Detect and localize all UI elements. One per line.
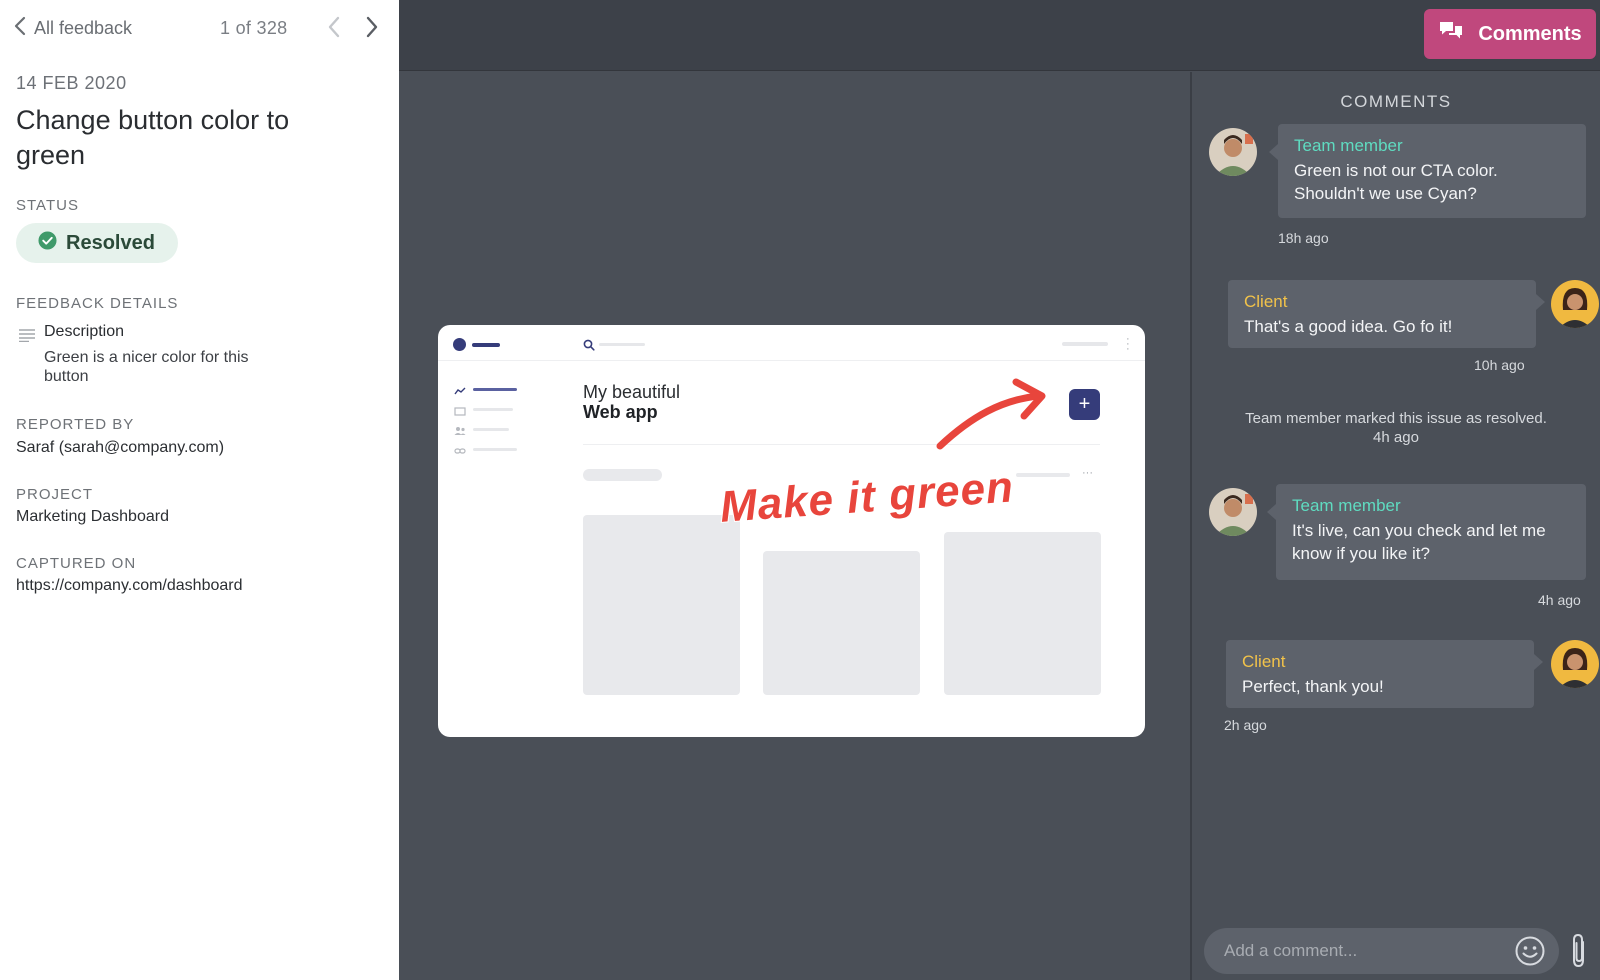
previous-feedback-button[interactable] [327, 16, 341, 38]
link-icon [454, 443, 466, 461]
client-avatar [1551, 280, 1599, 328]
feedback-nav: All feedback 1 of 328 [14, 16, 379, 40]
reported-by-label: REPORTED BY [16, 416, 135, 433]
mock-search-field [599, 343, 645, 346]
team-member-avatar [1209, 488, 1257, 536]
mock-placeholder [1016, 473, 1070, 477]
feedback-title: Change button color to green [16, 105, 290, 170]
comment-bubble: Client That's a good idea. Go fo it! [1228, 280, 1545, 348]
comment-timestamp: 10h ago [1474, 357, 1525, 373]
description-text: Green is a nicer color for this button [44, 349, 249, 385]
comment-bubble: Team member Green is not our CTA color. … [1269, 124, 1586, 218]
back-to-all-feedback-link[interactable]: All feedback [14, 16, 132, 41]
next-feedback-button[interactable] [365, 16, 379, 38]
captured-screenshot[interactable]: · · · My beautiful Web app + ··· [438, 325, 1145, 737]
comment-input[interactable] [1204, 928, 1559, 974]
comment-text: Green is not our CTA color. Shouldn't we… [1294, 161, 1498, 203]
mock-logo [453, 338, 466, 351]
mock-nav-item [473, 448, 517, 451]
client-avatar [1551, 640, 1599, 688]
paperclip-icon[interactable] [1569, 932, 1589, 975]
description-heading: Description [44, 323, 125, 340]
feedback-detail-panel: All feedback 1 of 328 14 FEB 2020 Change… [0, 0, 399, 980]
mock-heading-line2: Web app [583, 402, 658, 422]
mock-card [583, 515, 740, 695]
search-icon [583, 338, 595, 356]
comment-author: Team member [1292, 496, 1401, 515]
captured-on-url[interactable]: https://company.com/dashboard [16, 577, 243, 595]
team-member-avatar [1209, 128, 1257, 176]
comment-author: Client [1242, 652, 1286, 671]
comment-author: Client [1244, 292, 1288, 311]
mock-divider [583, 444, 1100, 445]
mock-placeholder [583, 469, 662, 481]
mock-card [944, 532, 1101, 695]
mock-nav-item [473, 428, 509, 431]
comment-text: Perfect, thank you! [1242, 677, 1384, 696]
comment-text: It's live, can you check and let me know… [1292, 521, 1546, 563]
mock-header-item [1062, 342, 1108, 346]
mock-heading-line1: My beautiful [583, 382, 681, 402]
more-vertical-icon: · · · [1126, 333, 1130, 355]
mock-logo-text [472, 343, 500, 347]
mock-header-divider [438, 360, 1145, 361]
mock-nav-item-active [473, 388, 517, 391]
mock-add-button[interactable]: + [1069, 389, 1100, 420]
comments-button[interactable]: Comments [1424, 9, 1596, 59]
system-message-timestamp: 4h ago [1373, 429, 1419, 446]
comment-timestamp: 2h ago [1224, 717, 1267, 733]
image-icon [454, 403, 466, 421]
status-value: Resolved [66, 231, 155, 254]
feedback-counter: 1 of 328 [220, 18, 288, 38]
comments-header: COMMENTS [1340, 92, 1452, 111]
comment-bubble: Team member It's live, can you check and… [1267, 484, 1586, 580]
check-circle-icon [38, 231, 57, 255]
comment-text: That's a good idea. Go fo it! [1244, 317, 1453, 336]
top-toolbar: Comments [399, 0, 1600, 71]
feedback-pager [327, 16, 379, 38]
users-icon [454, 423, 466, 441]
project-value: Marketing Dashboard [16, 508, 169, 525]
mock-nav-item [473, 408, 513, 411]
reported-by-value: Saraf (sarah@company.com) [16, 439, 225, 456]
comment-author: Team member [1294, 136, 1403, 155]
more-horizontal-icon: ··· [1082, 467, 1093, 479]
chevron-left-icon [14, 16, 26, 41]
status-badge[interactable]: Resolved [16, 223, 178, 263]
feedback-date: 14 FEB 2020 [16, 73, 127, 93]
emoji-icon[interactable] [1514, 935, 1546, 972]
project-label: PROJECT [16, 486, 94, 503]
comment-timestamp: 18h ago [1278, 230, 1329, 246]
back-link-label: All feedback [34, 18, 133, 38]
comments-button-label: Comments [1478, 22, 1582, 45]
chart-icon [454, 383, 466, 401]
mock-card [763, 551, 920, 695]
system-message: Team member marked this issue as resolve… [1245, 410, 1547, 427]
captured-on-label: CAPTURED ON [16, 555, 137, 572]
text-lines-icon [18, 328, 36, 347]
comment-timestamp: 4h ago [1538, 592, 1581, 608]
comment-bubble: Client Perfect, thank you! [1226, 640, 1543, 708]
status-label: STATUS [16, 197, 79, 214]
comments-panel: COMMENTS Team member Green is not our CT… [1192, 72, 1600, 980]
feedback-details-label: FEEDBACK DETAILS [16, 295, 179, 312]
chat-icon [1438, 20, 1464, 48]
